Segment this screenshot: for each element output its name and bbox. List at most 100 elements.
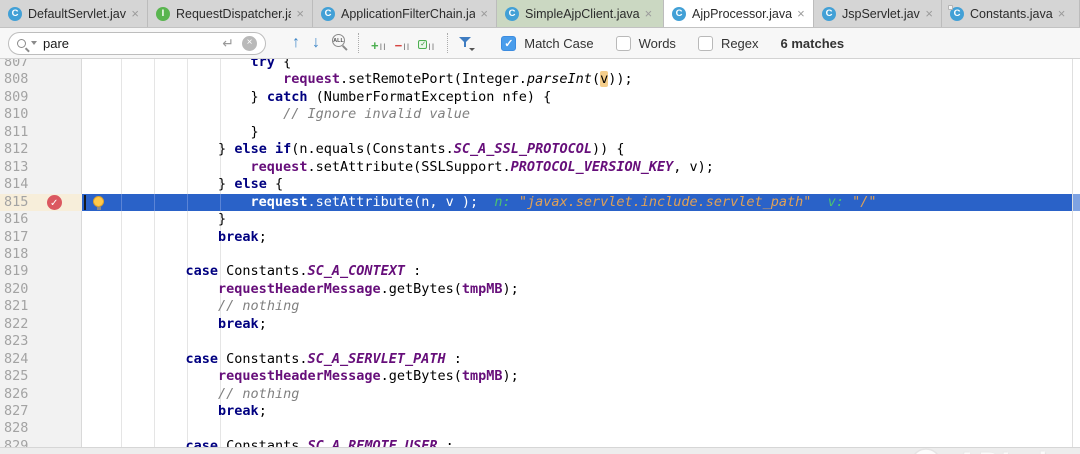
filter-icon[interactable] [458, 35, 474, 51]
search-field[interactable]: ↵ × [8, 32, 266, 55]
editor-tab[interactable]: C DefaultServlet.java × [0, 0, 148, 27]
find-toolbar: ↵ × ↑ ↓ ALL + II − II II Match Case Word… [0, 28, 1080, 59]
interface-icon: I [156, 7, 170, 21]
breakpoint-icon[interactable] [47, 195, 62, 210]
code-line[interactable]: 827 break; [0, 403, 1080, 420]
code-line[interactable]: 815request.setAttribute(n, v ); n: "java… [0, 194, 1080, 211]
editor-tab[interactable]: C Constants.java × [942, 0, 1080, 27]
code-line[interactable]: 809} catch (NumberFormatException nfe) { [0, 89, 1080, 106]
line-number[interactable]: 815 [4, 194, 28, 211]
search-input[interactable] [43, 36, 222, 51]
line-number[interactable]: 826 [4, 386, 28, 403]
code-line[interactable]: 813 request.setAttribute(SSLSupport.PROTO… [0, 159, 1080, 176]
watermark: ADLab [910, 445, 1058, 454]
regex-checkbox[interactable] [698, 36, 713, 51]
code-line[interactable]: 822break; [0, 316, 1080, 333]
code-line[interactable]: 812 } else if(n.equals(Constants.SC_A_SSL… [0, 141, 1080, 158]
line-number[interactable]: 809 [4, 89, 28, 106]
code-line[interactable]: 824case Constants.SC_A_SERVLET_PATH : [0, 351, 1080, 368]
code-line[interactable]: 814} else { [0, 176, 1080, 193]
code-line[interactable]: 816} [0, 211, 1080, 228]
line-number[interactable]: 821 [4, 298, 28, 315]
match-case-option[interactable]: Match Case [501, 36, 593, 51]
match-case-checkbox[interactable] [501, 36, 516, 51]
close-tab-icon[interactable]: × [131, 7, 139, 20]
add-selection-occurrence-icon[interactable]: + II [371, 34, 387, 52]
code-line[interactable]: 821// nothing [0, 298, 1080, 315]
line-number[interactable]: 813 [4, 159, 28, 176]
remove-selection-occurrence-icon[interactable]: − II [395, 34, 411, 52]
line-number[interactable]: 820 [4, 281, 28, 298]
stripe-marker [1072, 194, 1080, 211]
line-number[interactable]: 814 [4, 176, 28, 193]
line-number[interactable]: 824 [4, 351, 28, 368]
previous-occurrence-icon[interactable]: ↑ [292, 35, 300, 51]
line-number[interactable]: 807 [4, 59, 28, 71]
editor-tab[interactable]: CApplicationFilterChain.java× [313, 0, 497, 27]
code-text: } else if(n.equals(Constants.SC_A_SSL_PR… [218, 141, 624, 158]
line-number[interactable]: 808 [4, 71, 28, 88]
code-line[interactable]: 826// nothing [0, 386, 1080, 403]
text-caret [84, 195, 86, 210]
close-tab-icon[interactable]: × [296, 7, 304, 20]
line-number[interactable]: 827 [4, 403, 28, 420]
close-tab-icon[interactable]: × [480, 7, 488, 20]
code-text: requestHeaderMessage.getBytes(tmpMB); [218, 281, 519, 298]
code-line[interactable]: 828 [0, 420, 1080, 437]
line-number[interactable]: 823 [4, 333, 28, 350]
indent-guide [220, 194, 221, 211]
editor-tab[interactable]: CJspServlet.java× [814, 0, 942, 27]
close-tab-icon[interactable]: × [797, 7, 805, 20]
code-line[interactable]: 820 requestHeaderMessage.getBytes(tmpMB); [0, 281, 1080, 298]
class-icon: C [8, 7, 22, 21]
line-number[interactable]: 822 [4, 316, 28, 333]
code-line[interactable]: 817break; [0, 229, 1080, 246]
code-line[interactable]: 825 requestHeaderMessage.getBytes(tmpMB); [0, 368, 1080, 385]
line-number[interactable]: 817 [4, 229, 28, 246]
line-number[interactable]: 816 [4, 211, 28, 228]
tab-label: AjpProcessor.java [692, 7, 792, 21]
editor-tab[interactable]: CSimpleAjpClient.java× [497, 0, 664, 27]
intention-bulb-icon[interactable] [93, 196, 104, 207]
clear-search-icon[interactable]: × [242, 36, 257, 51]
words-checkbox[interactable] [616, 36, 631, 51]
close-tab-icon[interactable]: × [925, 7, 933, 20]
line-number[interactable]: 818 [4, 246, 28, 263]
editor-tab[interactable]: IRequestDispatcher.java× [148, 0, 313, 27]
code-line[interactable]: 819 case Constants.SC_A_CONTEXT : [0, 263, 1080, 280]
regex-option[interactable]: Regex [698, 36, 759, 51]
class-icon: C [672, 7, 686, 21]
code-text: request.setAttribute(SSLSupport.PROTOCOL… [251, 159, 714, 176]
line-number[interactable]: 810 [4, 106, 28, 123]
code-text: requestHeaderMessage.getBytes(tmpMB); [218, 368, 519, 385]
line-number[interactable]: 812 [4, 141, 28, 158]
editor-tab[interactable]: C AjpProcessor.java × [664, 0, 814, 27]
close-tab-icon[interactable]: × [645, 7, 653, 20]
search-icon[interactable] [17, 39, 26, 48]
find-all-occurrences-icon[interactable]: ALL [332, 34, 350, 52]
line-number[interactable]: 811 [4, 124, 28, 141]
indent-guide [154, 194, 155, 211]
class-icon: C [950, 7, 964, 21]
code-line[interactable]: 811} [0, 124, 1080, 141]
line-number[interactable]: 828 [4, 420, 28, 437]
code-line[interactable]: 823 [0, 333, 1080, 350]
tab-label: SimpleAjpClient.java [525, 7, 640, 21]
select-all-occurrences-icon[interactable]: II [418, 34, 435, 52]
words-option[interactable]: Words [616, 36, 676, 51]
code-line[interactable]: 808request.setRemotePort(Integer.parseIn… [0, 71, 1080, 88]
code-text: break; [218, 403, 267, 420]
line-number[interactable]: 819 [4, 263, 28, 280]
code-line[interactable]: 818 [0, 246, 1080, 263]
tab-label: Constants.java [970, 7, 1053, 21]
next-occurrence-icon[interactable]: ↓ [312, 35, 320, 51]
code-text: case Constants.SC_A_CONTEXT : [186, 263, 422, 280]
tab-label: DefaultServlet.java [28, 7, 126, 21]
code-editor[interactable]: 807try {808request.setRemotePort(Integer… [0, 59, 1080, 454]
class-icon: C [321, 7, 335, 21]
search-history-chevron-icon[interactable] [31, 41, 37, 45]
code-line[interactable]: 807try { [0, 59, 1080, 71]
close-tab-icon[interactable]: × [1058, 7, 1066, 20]
line-number[interactable]: 825 [4, 368, 28, 385]
code-line[interactable]: 810// Ignore invalid value [0, 106, 1080, 123]
